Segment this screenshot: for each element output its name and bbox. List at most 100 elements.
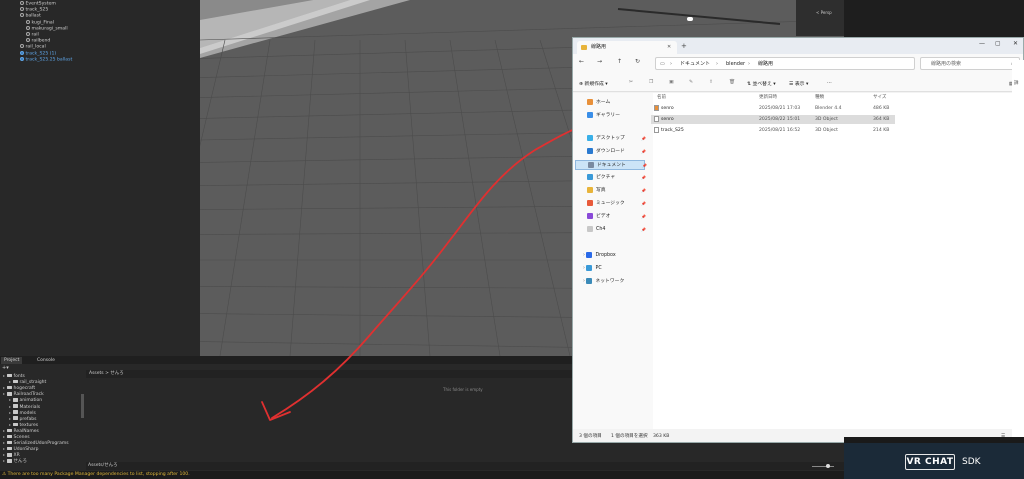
file-type: 3D Object <box>815 128 838 133</box>
new-button-label: 新規作成 <box>584 82 604 87</box>
col-type[interactable]: 種類 <box>815 94 824 100</box>
chevron-right-icon: › <box>748 61 750 67</box>
file-date: 2025/08/21 16:52 <box>759 128 801 133</box>
nav-item[interactable]: › ネットワーク <box>575 277 645 287</box>
nav-item[interactable]: ミュージック 📌 <box>575 199 646 209</box>
background-window-edge: 詳 <box>1012 60 1024 443</box>
nav-item-label: ネットワーク <box>595 279 625 284</box>
new-tab-icon[interactable]: + <box>681 42 687 50</box>
up-icon[interactable]: ↑ <box>617 58 622 65</box>
sort-button[interactable]: ⇅ 並べ替え ▾ <box>747 80 776 87</box>
file-name: track_S25 <box>661 128 684 133</box>
nav-item[interactable]: ダウンロード 📌 <box>575 147 646 157</box>
copy-icon[interactable]: ❐ <box>649 80 653 85</box>
file-size: 364 KB <box>873 117 890 122</box>
nav-item-label: ミュージック <box>596 201 625 206</box>
file-date: 2025/08/21 17:03 <box>759 106 801 111</box>
back-icon[interactable]: ← <box>579 58 584 65</box>
status-count: 3 個の項目 <box>579 434 602 439</box>
file-name: senro <box>661 117 674 122</box>
file-size: 486 KB <box>873 106 890 111</box>
nav-icon <box>587 147 593 154</box>
nav-icon <box>586 251 593 258</box>
share-icon[interactable]: ⇪ <box>709 80 713 85</box>
col-size[interactable]: サイズ <box>873 94 886 100</box>
forward-icon[interactable]: → <box>597 58 602 65</box>
col-name[interactable]: 名前 <box>657 94 666 100</box>
file-name: senro <box>661 106 674 111</box>
pin-icon[interactable]: 📌 <box>641 134 646 144</box>
nav-item[interactable]: 写真 📌 <box>575 186 646 196</box>
pin-icon[interactable]: 📌 <box>642 161 647 171</box>
nav-item[interactable]: ピクチャ 📌 <box>575 173 646 183</box>
sdk-label: SDK <box>962 457 981 467</box>
refresh-icon[interactable]: ↻ <box>635 58 640 65</box>
cut-icon[interactable]: ✂ <box>629 80 633 85</box>
file-type: Blender 4.4 <box>815 106 842 111</box>
explorer-titlebar: 線路用 ✕ + — ▢ ✕ <box>573 38 1023 54</box>
search-input[interactable]: 線路用の検索 ⌕ <box>920 57 1020 70</box>
nav-icon <box>588 161 594 168</box>
file-date: 2025/08/22 15:01 <box>759 117 801 122</box>
nav-icon <box>587 111 593 118</box>
vrchat-logo: VR CHAT <box>905 454 955 470</box>
file-row[interactable]: senro 2025/08/22 15:01 3D Object 364 KB <box>651 115 895 124</box>
close-window-icon[interactable]: ✕ <box>1013 40 1018 47</box>
nav-item-label: Ch4 <box>596 227 606 232</box>
nav-item[interactable]: › PC <box>575 264 645 274</box>
status-size: 363 KB <box>653 434 670 439</box>
nav-icon <box>587 186 593 193</box>
file-row[interactable]: track_S25 2025/08/21 16:52 3D Object 214 KB <box>651 126 895 135</box>
nav-item-label: ホーム <box>596 100 611 105</box>
nav-item-label: ピクチャ <box>596 175 616 180</box>
nav-item-label: デスクトップ <box>596 136 625 141</box>
pin-icon[interactable]: 📌 <box>641 212 646 222</box>
pin-icon[interactable]: 📌 <box>641 147 646 157</box>
file-row[interactable]: senro 2025/08/21 17:03 Blender 4.4 486 KB <box>651 104 895 113</box>
explorer-window: 線路用 ✕ + — ▢ ✕ ← → ↑ ↻ ▭ › ドキュメント › blend… <box>572 37 1024 443</box>
pin-icon[interactable]: 📌 <box>641 225 646 235</box>
nav-icon <box>587 212 593 219</box>
address-segment-current[interactable]: 線路用 <box>758 58 773 71</box>
view-button[interactable]: ☰ 表示 ▾ <box>789 80 808 87</box>
file-icon <box>654 104 659 111</box>
folder-icon <box>581 45 587 50</box>
status-selected: 1 個の項目を選択 <box>611 434 648 439</box>
nav-icon <box>587 134 593 141</box>
col-date[interactable]: 更新日時 <box>759 94 777 100</box>
maximize-icon[interactable]: ▢ <box>995 40 1001 47</box>
more-button[interactable]: … <box>827 80 832 85</box>
file-size: 214 KB <box>873 128 890 133</box>
nav-item[interactable]: ギャラリー <box>575 111 645 121</box>
chevron-right-icon: › <box>716 61 718 67</box>
nav-item[interactable]: ビデオ 📌 <box>575 212 646 222</box>
pc-icon: ▭ <box>660 61 665 67</box>
nav-item[interactable]: ホーム <box>575 98 645 108</box>
paste-icon[interactable]: ▣ <box>669 80 674 85</box>
address-input[interactable]: ▭ › ドキュメント › blender › 線路用 <box>655 57 915 70</box>
new-button[interactable]: ⊕ 新規作成 ▾ <box>579 80 608 87</box>
nav-item[interactable]: ドキュメント 📌 <box>575 160 647 171</box>
nav-item[interactable]: デスクトップ 📌 <box>575 134 646 144</box>
explorer-tab[interactable]: 線路用 ✕ <box>577 41 677 54</box>
nav-icon <box>587 225 593 232</box>
rename-icon[interactable]: ✎ <box>689 80 693 85</box>
pin-icon[interactable]: 📌 <box>641 199 646 209</box>
file-type: 3D Object <box>815 117 838 122</box>
nav-item-label: ギャラリー <box>596 113 620 118</box>
delete-icon[interactable]: 🗑 <box>729 80 735 85</box>
nav-item[interactable]: › Dropbox <box>575 251 645 261</box>
nav-item[interactable]: Ch4 📌 <box>575 225 646 235</box>
nav-item-label: ダウンロード <box>596 149 625 154</box>
pin-icon[interactable]: 📌 <box>641 186 646 196</box>
close-tab-icon[interactable]: ✕ <box>667 41 671 54</box>
nav-item-label: ビデオ <box>596 214 611 219</box>
address-segment-blender[interactable]: blender <box>726 58 745 71</box>
file-list <box>653 93 1023 429</box>
file-icon <box>654 115 659 122</box>
chevron-right-icon: › <box>670 61 672 67</box>
explorer-tab-title: 線路用 <box>591 44 607 50</box>
minimize-icon[interactable]: — <box>979 40 985 47</box>
pin-icon[interactable]: 📌 <box>641 173 646 183</box>
address-segment-documents[interactable]: ドキュメント <box>680 58 710 71</box>
